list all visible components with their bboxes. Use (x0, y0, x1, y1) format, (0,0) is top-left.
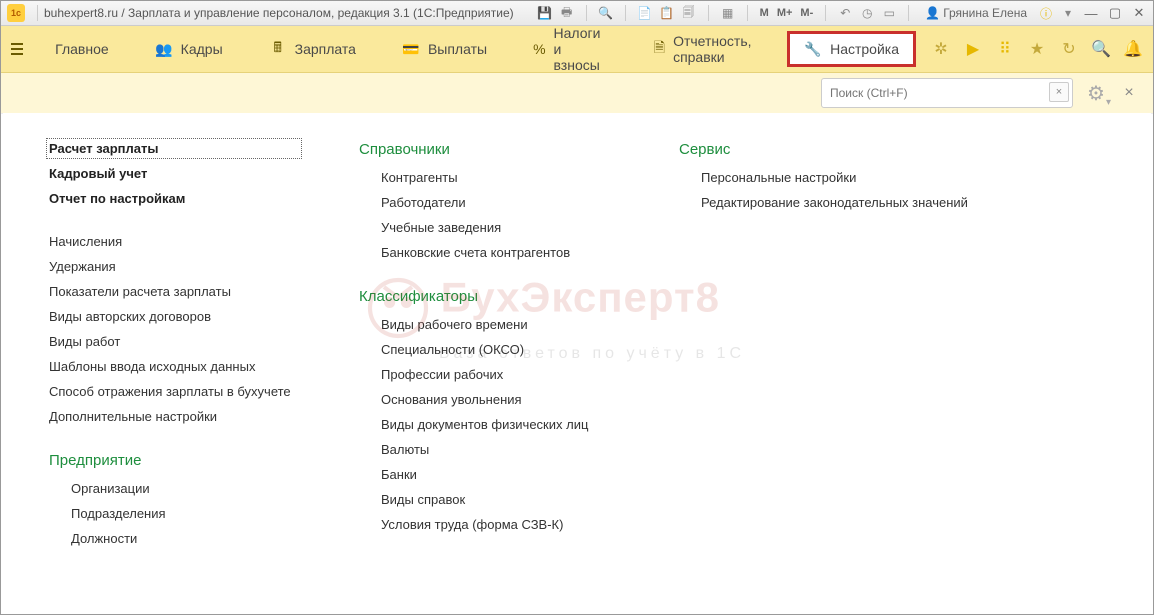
link-osnovaniya[interactable]: Основания увольнения (381, 392, 619, 407)
calc-mminus-icon[interactable]: M- (798, 4, 815, 22)
link-rabotodateli[interactable]: Работодатели (381, 195, 619, 210)
copy-icon[interactable]: 📄 (636, 4, 654, 22)
info-icon[interactable]: ⓘ (1037, 4, 1055, 22)
link-banki[interactable]: Банки (381, 467, 619, 482)
user-menu[interactable]: 👤 Грянина Елена (919, 6, 1033, 20)
main-menubar: Главное 👥 Кадры 🖩 Зарплата 💳 Выплаты % Н… (1, 26, 1153, 73)
percent-icon: % (533, 40, 545, 58)
link-redakt-zakon[interactable]: Редактирование законодательных значений (701, 195, 999, 210)
link-vidy-rabot[interactable]: Виды работ (49, 334, 299, 349)
link-personal-nastroyki[interactable]: Персональные настройки (701, 170, 999, 185)
wrench-icon: 🔧 (804, 40, 822, 58)
paste-icon[interactable]: 📋 (658, 4, 676, 22)
link-kadrovy-uchet[interactable]: Кадровый учет (49, 166, 299, 181)
wallet-icon: 💳 (402, 40, 420, 58)
window-title: buhexpert8.ru / Зарплата и управление пе… (44, 6, 514, 20)
compare-icon[interactable]: 🗐 (680, 4, 698, 22)
menu-vyplaty[interactable]: 💳 Выплаты (388, 34, 501, 64)
link-raschet-zarplaty[interactable]: Расчет зарплаты (49, 141, 299, 156)
menu-main[interactable]: Главное (41, 35, 123, 63)
link-usloviya-truda[interactable]: Условия труда (форма СЗВ-К) (381, 517, 619, 532)
menu-label: Налоги и взносы (554, 25, 608, 73)
link-uchebnye[interactable]: Учебные заведения (381, 220, 619, 235)
windows-icon[interactable]: ▭ (880, 4, 898, 22)
link-uderzhaniya[interactable]: Удержания (49, 259, 299, 274)
app-logo-icon: 1c (7, 4, 25, 22)
search-input[interactable] (821, 78, 1073, 108)
panel-settings-icon[interactable]: ⚙▾ (1083, 80, 1109, 106)
menu-kadry[interactable]: 👥 Кадры (141, 34, 237, 64)
calculator-icon: 🖩 (269, 40, 287, 58)
minimize-button[interactable]: — (1081, 4, 1101, 22)
search-clear-button[interactable]: × (1049, 82, 1069, 102)
menu-nalogi[interactable]: % Налоги и взносы (519, 19, 622, 79)
link-nachisleniya[interactable]: Начисления (49, 234, 299, 249)
link-shablony[interactable]: Шаблоны ввода исходных данных (49, 359, 299, 374)
bell-icon[interactable]: 🔔 (1123, 39, 1143, 59)
star-icon[interactable]: ★ (1027, 39, 1047, 59)
menu-otchet[interactable]: 🗎 Отчетность, справки (640, 27, 772, 71)
link-otchet-nastroykam[interactable]: Отчет по настройкам (49, 191, 299, 206)
link-podrazdeleniya[interactable]: Подразделения (71, 506, 299, 521)
link-valyuty[interactable]: Валюты (381, 442, 619, 457)
back-icon[interactable]: ↶ (836, 4, 854, 22)
link-sposob-otrazh[interactable]: Способ отражения зарплаты в бухучете (49, 384, 299, 399)
calc-m-icon[interactable]: M (758, 4, 771, 22)
link-kontragenty[interactable]: Контрагенты (381, 170, 619, 185)
link-dop-nastroyki[interactable]: Дополнительные настройки (49, 409, 299, 424)
menu-label: Выплаты (428, 41, 487, 57)
link-avtor-dogovor[interactable]: Виды авторских договоров (49, 309, 299, 324)
calc-mplus-icon[interactable]: M+ (775, 4, 795, 22)
link-dolzhnosti[interactable]: Должности (71, 531, 299, 546)
apps-grid-icon[interactable]: ⠿ (995, 39, 1015, 59)
content-area: БухЭксперт8 База ответов по учёту в 1С Р… (3, 113, 1151, 612)
people-icon: 👥 (155, 40, 173, 58)
dropdown-icon[interactable]: ▾ (1059, 4, 1077, 22)
user-icon: 👤 (925, 6, 940, 20)
menu-label: Настройка (830, 41, 899, 57)
link-pokazateli[interactable]: Показатели расчета зарплаты (49, 284, 299, 299)
search-icon[interactable]: 🔍 (1091, 39, 1111, 59)
link-vidy-dokumentov[interactable]: Виды документов физических лиц (381, 417, 619, 432)
gear-small-icon[interactable]: ✲ (931, 39, 951, 59)
section-klassifikatory[interactable]: Классификаторы (359, 288, 619, 305)
section-servis[interactable]: Сервис (679, 141, 999, 158)
user-name: Грянина Елена (943, 6, 1027, 20)
panel-toolbar: × ⚙▾ × (1, 73, 1153, 114)
arrow-right-icon[interactable]: ▶ (963, 39, 983, 59)
menu-label: Зарплата (295, 41, 356, 57)
section-predpriyatie[interactable]: Предприятие (49, 452, 299, 469)
hamburger-menu-icon[interactable] (11, 38, 23, 60)
link-vidy-spravok[interactable]: Виды справок (381, 492, 619, 507)
menu-label: Кадры (181, 41, 223, 57)
history-icon[interactable]: ↻ (1059, 39, 1079, 59)
close-window-button[interactable]: ✕ (1129, 4, 1149, 22)
link-specialnosti[interactable]: Специальности (ОКСО) (381, 342, 619, 357)
menu-nastroyka[interactable]: 🔧 Настройка (790, 34, 913, 64)
maximize-button[interactable]: ▢ (1105, 4, 1125, 22)
section-spravochniki[interactable]: Справочники (359, 141, 619, 158)
link-vidy-vremeni[interactable]: Виды рабочего времени (381, 317, 619, 332)
link-bank-scheta[interactable]: Банковские счета контрагентов (381, 245, 619, 260)
menu-zarplata[interactable]: 🖩 Зарплата (255, 34, 370, 64)
menu-label: Отчетность, справки (673, 33, 758, 65)
link-organizacii[interactable]: Организации (71, 481, 299, 496)
close-panel-button[interactable]: × (1119, 83, 1139, 103)
clock-icon[interactable]: ◷ (858, 4, 876, 22)
link-professii[interactable]: Профессии рабочих (381, 367, 619, 382)
report-icon: 🗎 (654, 40, 665, 58)
calendar-icon[interactable]: ▦ (719, 4, 737, 22)
menu-label: Главное (55, 41, 109, 57)
